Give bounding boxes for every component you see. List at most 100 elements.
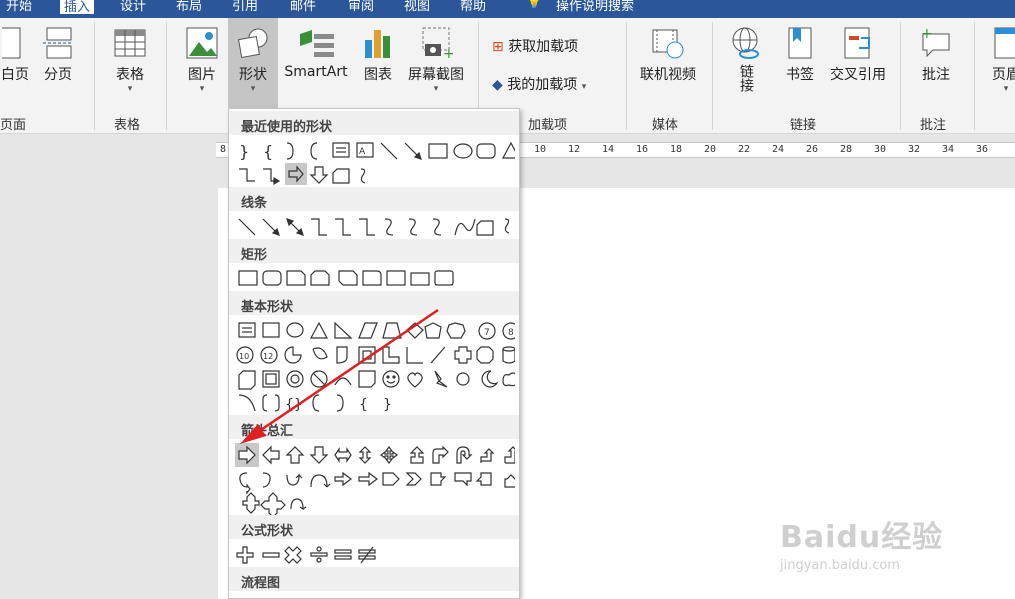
ruler-tick: 24	[772, 144, 785, 155]
svg-text:7: 7	[484, 328, 490, 338]
svg-text:{: {	[359, 397, 368, 413]
ruler-tick: 32	[908, 144, 921, 155]
page-break-label: 分页	[44, 67, 72, 83]
chevron-down-icon: ▾	[433, 84, 439, 94]
recent-shapes-grid: } { A	[235, 139, 515, 187]
baidu-watermark: Baidu经验 jingyan.baidu.com	[780, 512, 980, 592]
chart-icon	[365, 30, 390, 58]
svg-text:}: }	[383, 397, 392, 413]
bookmark-icon	[788, 27, 812, 59]
shapes-icon	[237, 28, 268, 59]
page-break-icon	[43, 27, 73, 59]
section-lines: 线条	[229, 187, 519, 211]
chevron-down-icon: ▾	[1003, 84, 1009, 94]
screenshot-label: 屏幕截图	[408, 67, 464, 83]
bookmark-button[interactable]: 书签	[780, 26, 820, 84]
group-comments-label: 批注	[920, 118, 947, 133]
header-button[interactable]: 页眉 ▾	[986, 26, 1015, 94]
get-addins-label: 获取加载项	[508, 39, 579, 55]
tab-mailings[interactable]: 邮件	[290, 0, 316, 14]
shapes-button[interactable]: 形状 ▾	[228, 18, 278, 108]
group-table-label: 表格	[114, 118, 141, 133]
svg-text:8: 8	[508, 328, 514, 338]
table-label: 表格	[116, 67, 144, 83]
get-addins-button[interactable]: ⊞ 获取加载项	[492, 36, 602, 56]
header-label: 页眉	[992, 67, 1015, 83]
comment-button[interactable]: + 批注	[914, 26, 958, 84]
section-rectangles: 矩形	[229, 239, 519, 263]
svg-text:+: +	[921, 26, 933, 42]
ruler-tick: 28	[840, 144, 853, 155]
rectangle-shapes-icons[interactable]	[235, 267, 515, 291]
link-button[interactable]: 链接	[726, 26, 766, 96]
chart-label: 图表	[364, 67, 392, 83]
group-addins-label: 加载项	[528, 118, 568, 133]
comment-label: 批注	[922, 67, 950, 83]
ruler-tick: 10	[534, 144, 547, 155]
screenshot-button[interactable]: + 屏幕截图 ▾	[404, 26, 468, 94]
page-break-button[interactable]: 分页	[38, 26, 78, 84]
group-pages-label: 页面	[0, 118, 27, 133]
group-media-label: 媒体	[652, 118, 679, 133]
section-flowchart: 流程图	[229, 567, 519, 591]
equation-shapes-grid	[235, 543, 515, 567]
svg-text:10: 10	[239, 352, 249, 361]
header-icon	[994, 27, 1015, 59]
ruler-tick: 18	[670, 144, 683, 155]
watermark-brand: Baidu经验	[780, 520, 944, 555]
cross-reference-icon	[844, 27, 870, 59]
separator	[900, 22, 901, 130]
svg-text:{: {	[263, 142, 273, 161]
tab-design[interactable]: 设计	[120, 0, 146, 14]
tab-review[interactable]: 审阅	[348, 0, 374, 14]
ruler-tick: 22	[738, 144, 751, 155]
online-video-button[interactable]: 联机视频	[636, 26, 700, 84]
basic-shapes-icons[interactable]: 7 8 10 12 {} {}	[235, 319, 515, 415]
section-equation-shapes: 公式形状	[229, 515, 519, 539]
chevron-down-icon: ▾	[127, 84, 133, 94]
tab-references[interactable]: 引用	[232, 0, 258, 14]
tab-help[interactable]: 帮助	[460, 0, 486, 14]
picture-label: 图片	[188, 67, 216, 83]
cross-reference-button[interactable]: 交叉引用	[826, 26, 890, 84]
ruler-tick: 14	[602, 144, 615, 155]
online-video-icon	[652, 29, 684, 59]
picture-icon	[186, 27, 218, 59]
ruler-tick: 12	[568, 144, 581, 155]
ruler-tick: 20	[704, 144, 717, 155]
svg-text:12: 12	[263, 352, 273, 361]
lines-grid	[235, 215, 515, 239]
separator	[626, 22, 627, 130]
ruler-tick: 30	[874, 144, 887, 155]
recent-shapes-icons[interactable]: } { A	[235, 139, 515, 187]
equation-shapes-icons[interactable]	[235, 543, 515, 567]
smartart-button[interactable]: SmartArt	[282, 26, 350, 80]
separator	[166, 22, 167, 130]
chart-button[interactable]: 图表	[358, 26, 398, 84]
smartart-icon	[300, 30, 334, 57]
tell-me-search[interactable]: 操作说明搜索	[556, 0, 634, 14]
ruler-tick: 8	[220, 144, 227, 155]
shapes-gallery-menu: 最近使用的形状 } { A 线条 矩形 基本形状 7 8 10 12 {} {…	[228, 108, 520, 599]
tab-view[interactable]: 视图	[404, 0, 430, 14]
blank-page-button[interactable]: 白页	[0, 26, 30, 84]
addins-cube-icon: ◆	[492, 77, 503, 93]
ribbon-tab-bar: 开始 插入 设计 布局 引用 邮件 审阅 视图 帮助 💡 操作说明搜索	[0, 0, 1015, 18]
tab-layout[interactable]: 布局	[176, 0, 202, 14]
table-icon	[114, 29, 146, 57]
tab-insert[interactable]: 插入	[60, 0, 95, 15]
chevron-down-icon: ▾	[250, 84, 256, 94]
my-addins-button[interactable]: ◆ 我的加载项 ▾	[492, 74, 616, 94]
smartart-label: SmartArt	[284, 64, 348, 80]
section-recent-shapes: 最近使用的形状	[229, 111, 519, 135]
online-video-label: 联机视频	[640, 67, 696, 83]
watermark-url: jingyan.baidu.com	[780, 558, 900, 573]
table-button[interactable]: 表格 ▾	[108, 26, 152, 94]
link-globe-icon	[732, 27, 759, 59]
screenshot-icon: +	[422, 27, 453, 60]
section-block-arrows: 箭头总汇	[229, 415, 519, 439]
line-shapes-icons[interactable]	[235, 215, 515, 239]
picture-button[interactable]: 图片 ▾	[180, 26, 224, 94]
tab-home[interactable]: 开始	[6, 0, 32, 14]
block-arrows-icons[interactable]	[235, 443, 515, 515]
